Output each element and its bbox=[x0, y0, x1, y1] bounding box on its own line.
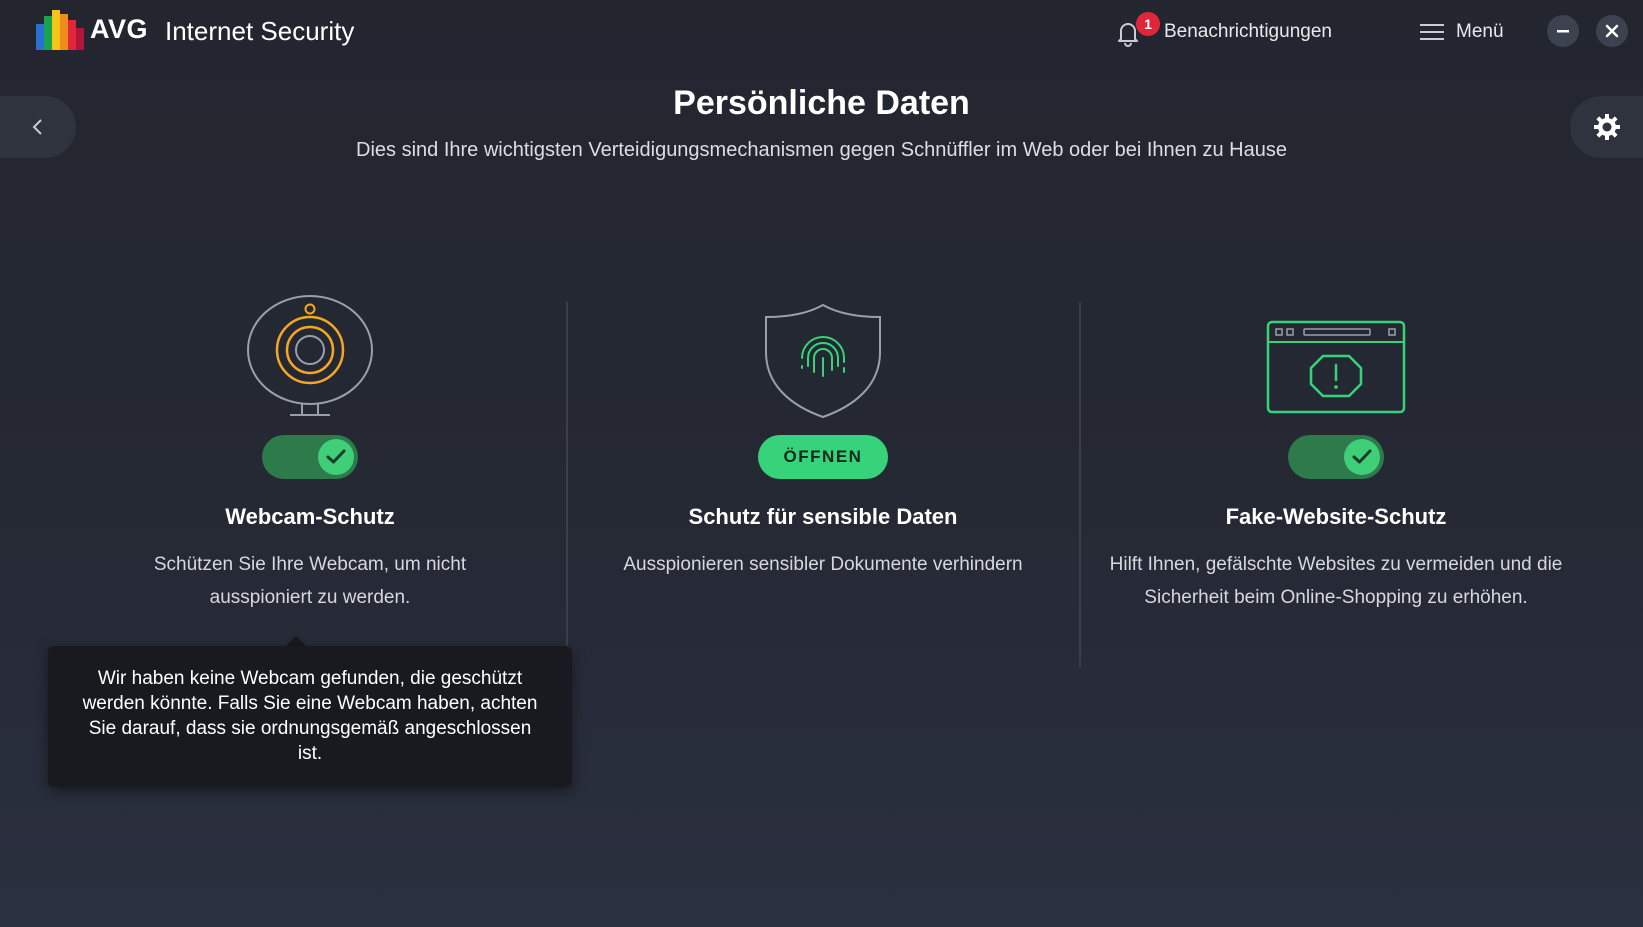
toggle-knob bbox=[1344, 439, 1380, 475]
page-subtitle: Dies sind Ihre wichtigsten Verteidigungs… bbox=[356, 139, 1287, 161]
toggle-knob bbox=[318, 439, 354, 475]
minimize-icon bbox=[1557, 30, 1569, 33]
feature-title: Webcam-Schutz bbox=[225, 504, 395, 529]
feature-description: Hilft Ihnen, gefälschte Websites zu verm… bbox=[1109, 554, 1563, 608]
brand-name: AVG bbox=[90, 14, 149, 44]
close-icon bbox=[1605, 24, 1619, 38]
tooltip-text: Wir haben keine Webcam gefunden, die ges… bbox=[82, 668, 538, 764]
feature-fake-website-protection: Fake-Website-Schutz Hilft Ihnen, gefälsc… bbox=[1079, 290, 1593, 614]
checkmark-icon bbox=[326, 449, 346, 464]
feature-sensitive-data-protection: ÖFFNEN Schutz für sensible Daten Ausspio… bbox=[566, 290, 1080, 581]
product-name: Internet Security bbox=[165, 16, 355, 46]
close-button[interactable] bbox=[1596, 15, 1628, 47]
notification-count-badge: 1 bbox=[1136, 12, 1160, 36]
open-button[interactable]: ÖFFNEN bbox=[758, 435, 888, 479]
webcam-icon bbox=[247, 295, 373, 416]
feature-description: Ausspionieren sensibler Dokumente verhin… bbox=[623, 554, 1023, 575]
no-webcam-tooltip: Wir haben keine Webcam gefunden, die ges… bbox=[48, 646, 572, 787]
page-title: Persönliche Daten bbox=[673, 84, 970, 122]
bell-icon: 1 bbox=[1112, 12, 1160, 48]
fake-website-protection-toggle[interactable] bbox=[1288, 435, 1384, 479]
notifications-label: Benachrichtigungen bbox=[1164, 21, 1332, 42]
browser-warning-icon bbox=[1266, 320, 1406, 414]
avg-logo-icon bbox=[36, 10, 84, 50]
webcam-protection-toggle[interactable] bbox=[262, 435, 358, 479]
menu-button[interactable]: Menü bbox=[1420, 12, 1504, 52]
hamburger-icon bbox=[1420, 24, 1444, 40]
feature-description: Schützen Sie Ihre Webcam, um nicht aussp… bbox=[153, 554, 467, 608]
minimize-button[interactable] bbox=[1547, 15, 1579, 47]
notifications-button[interactable]: 1 Benachrichtigungen bbox=[1112, 12, 1332, 52]
feature-title: Fake-Website-Schutz bbox=[1225, 504, 1447, 529]
feature-webcam-protection: Webcam-Schutz Schützen Sie Ihre Webcam, … bbox=[53, 290, 567, 614]
checkmark-icon bbox=[1352, 449, 1372, 464]
fingerprint-shield-icon bbox=[765, 303, 881, 419]
menu-label: Menü bbox=[1456, 21, 1504, 42]
title-bar: AVG Internet Security 1 Benachrichtigung… bbox=[0, 0, 1643, 62]
feature-title: Schutz für sensible Daten bbox=[688, 504, 958, 529]
